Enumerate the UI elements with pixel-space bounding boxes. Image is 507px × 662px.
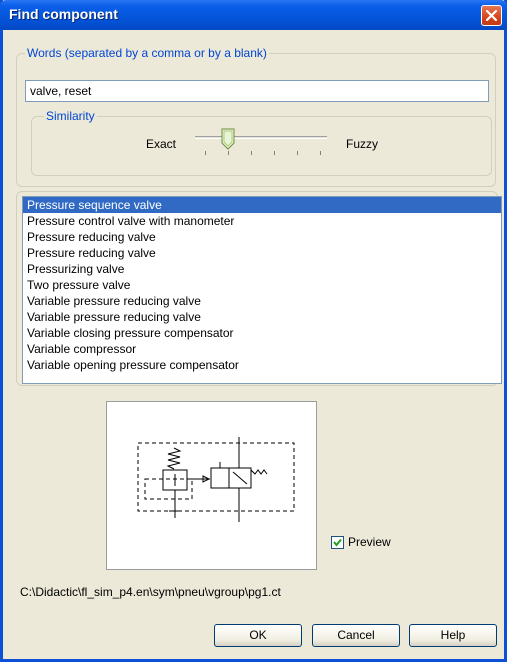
slider-tick bbox=[320, 151, 321, 155]
list-item[interactable]: Pressure reducing valve bbox=[23, 245, 501, 261]
slider-tick bbox=[205, 151, 206, 155]
slider-thumb[interactable] bbox=[221, 128, 235, 150]
list-item[interactable]: Pressure reducing valve bbox=[23, 229, 501, 245]
exact-label: Exact bbox=[146, 137, 177, 151]
list-item[interactable]: Two pressure valve bbox=[23, 277, 501, 293]
slider-tick bbox=[228, 151, 229, 155]
close-icon bbox=[486, 10, 497, 21]
slider-tick bbox=[297, 151, 298, 155]
close-button[interactable] bbox=[481, 5, 502, 26]
preview-box bbox=[106, 401, 317, 570]
list-item[interactable]: Variable compressor bbox=[23, 341, 501, 357]
title-bar[interactable]: Find component bbox=[0, 0, 507, 30]
list-item[interactable]: Variable pressure reducing valve bbox=[23, 309, 501, 325]
preview-label: Preview bbox=[348, 535, 391, 549]
slider-tick bbox=[251, 151, 252, 155]
list-item[interactable]: Variable closing pressure compensator bbox=[23, 325, 501, 341]
component-path: C:\Didactic\fl_sim_p4.en\sym\pneu\vgroup… bbox=[20, 585, 281, 599]
words-input[interactable]: valve, reset bbox=[25, 80, 489, 102]
similarity-slider[interactable] bbox=[195, 128, 327, 162]
help-button[interactable]: Help bbox=[409, 624, 497, 647]
preview-checkbox[interactable] bbox=[331, 536, 344, 549]
words-legend: Words (separated by a comma or by a blan… bbox=[25, 46, 269, 60]
list-item[interactable]: Variable pressure reducing valve bbox=[23, 293, 501, 309]
dialog-title: Find component bbox=[9, 6, 118, 22]
similarity-legend: Similarity bbox=[44, 109, 97, 123]
list-item[interactable]: Pressurizing valve bbox=[23, 261, 501, 277]
list-item[interactable]: Pressure sequence valve bbox=[23, 197, 501, 213]
ok-button[interactable]: OK bbox=[214, 624, 302, 647]
slider-track bbox=[195, 136, 327, 139]
results-list[interactable]: Pressure sequence valve Pressure control … bbox=[22, 196, 502, 384]
check-icon bbox=[333, 538, 342, 547]
component-symbol bbox=[137, 437, 295, 522]
slider-tick bbox=[274, 151, 275, 155]
list-item[interactable]: Variable opening pressure compensator bbox=[23, 357, 501, 373]
find-component-dialog: Find component Words (separated by a com… bbox=[0, 0, 507, 662]
cancel-button[interactable]: Cancel bbox=[312, 624, 400, 647]
fuzzy-label: Fuzzy bbox=[346, 137, 379, 151]
list-item[interactable]: Pressure control valve with manometer bbox=[23, 213, 501, 229]
